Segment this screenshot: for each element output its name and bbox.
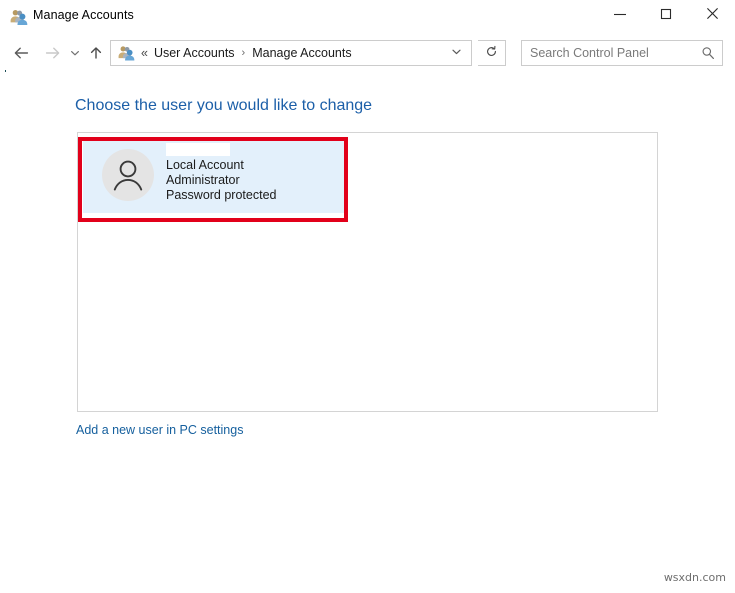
search-input[interactable] (530, 41, 690, 65)
up-button[interactable] (85, 38, 107, 70)
navigation-bar: « User Accounts › Manage Accounts (0, 38, 735, 70)
add-new-user-link[interactable]: Add a new user in PC settings (76, 423, 243, 437)
chevron-down-icon (450, 46, 463, 61)
account-name-redacted (166, 143, 230, 156)
account-list-item[interactable]: Local Account Administrator Password pro… (83, 139, 348, 213)
close-icon (689, 6, 735, 24)
forward-button (38, 38, 66, 70)
search-box[interactable] (521, 40, 723, 66)
avatar (100, 147, 156, 203)
arrow-right-icon (42, 47, 62, 64)
page-title: Choose the user you would like to change (75, 97, 373, 114)
arrow-up-icon (88, 46, 104, 64)
breadcrumb-item-user-accounts[interactable]: User Accounts (154, 46, 235, 60)
breadcrumb-separator: › (241, 47, 246, 59)
minimize-button[interactable] (597, 0, 643, 30)
refresh-icon (485, 45, 498, 61)
account-password-status: Password protected (166, 188, 277, 202)
address-bar[interactable]: « User Accounts › Manage Accounts (110, 40, 472, 66)
watermark: wsxdn.com (663, 571, 726, 584)
search-icon[interactable] (701, 46, 715, 60)
account-type: Local Account (166, 158, 244, 172)
title-bar: Manage Accounts (0, 0, 735, 35)
account-role: Administrator (166, 173, 240, 187)
arrow-left-icon (12, 47, 32, 64)
breadcrumb: « User Accounts › Manage Accounts (141, 41, 352, 65)
recent-locations-button[interactable] (66, 38, 84, 70)
user-accounts-icon (10, 9, 28, 25)
breadcrumb-overflow[interactable]: « (141, 46, 148, 60)
address-dropdown-button[interactable] (445, 41, 467, 65)
minimize-icon (597, 7, 643, 24)
back-button[interactable] (8, 38, 36, 70)
content-area: Choose the user you would like to change… (0, 72, 735, 593)
close-button[interactable] (689, 0, 735, 30)
maximize-icon (643, 7, 689, 24)
breadcrumb-item-manage-accounts[interactable]: Manage Accounts (252, 46, 351, 60)
window-title: Manage Accounts (33, 8, 134, 22)
account-details: Local Account Administrator Password pro… (166, 143, 341, 203)
user-accounts-icon (118, 45, 135, 61)
chevron-down-icon (69, 47, 81, 62)
maximize-button[interactable] (643, 0, 689, 30)
manage-accounts-window: Manage Accounts « User Accounts › Manage… (0, 0, 735, 593)
refresh-button[interactable] (478, 40, 506, 66)
accounts-list-panel: Local Account Administrator Password pro… (77, 132, 658, 412)
